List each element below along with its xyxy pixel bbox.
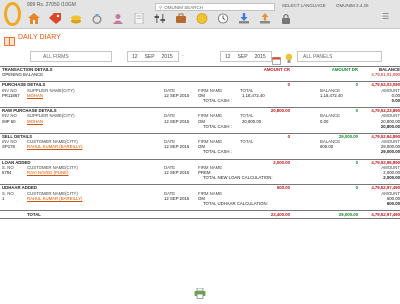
cash-value: 600.00 [386, 200, 400, 206]
section-cash-row: TOTAL UDHAAR CALCULATION: 600.00 [0, 201, 400, 206]
opening-balance-value: 4,79,51,01,090 [371, 72, 400, 78]
page-title: DAILY DIARY [18, 34, 61, 41]
cash-label: TOTAL CASH : [203, 123, 232, 129]
coins-icon[interactable] [69, 11, 83, 25]
page-header: DAILY DIARY [0, 30, 400, 46]
section-cash-row: TOTAL CASH : 29,000.00 [0, 149, 400, 154]
cash-value: 20,800.00 [380, 123, 400, 129]
gold-rate-text: 999 Rs. 27050 /10GM [27, 2, 76, 8]
version-text: OMUNIM 2.4.25 [336, 3, 369, 8]
to-date[interactable]: 12 SEP 2015 [220, 51, 272, 62]
from-month: SEP [144, 54, 155, 60]
cash-label: TOTAL NEW LOAN CALCULATION: [203, 175, 273, 181]
omunim-search-input[interactable]: ⚲ OMUNIM SEARCH [155, 3, 275, 11]
home-icon[interactable] [27, 11, 41, 25]
cash-value: 2,000.00 [383, 175, 400, 181]
from-year: 2015 [161, 54, 173, 60]
total-balance: 4,79,52,97,490 [371, 212, 400, 218]
diary-icon [4, 33, 15, 51]
cash-label: TOTAL CASH : [203, 97, 232, 103]
upload-icon[interactable] [258, 11, 272, 25]
gold-coin-icon[interactable] [195, 11, 209, 25]
section-cash-row: TOTAL NEW LOAN CALCULATION: 2,000.00 [0, 175, 400, 180]
cash-label: TOTAL CASH : [203, 149, 232, 155]
cash-value: 0.00 [391, 97, 400, 103]
from-day: 12 [132, 54, 138, 60]
cash-label: TOTAL UDHAAR CALCULATION: [203, 200, 268, 206]
filter-bar: ALL FIRMS 12 SEP 2015 - 12 SEP 2015 ALL … [0, 50, 400, 65]
section-cash-row: TOTAL CASH : 0.00 [0, 98, 400, 103]
total-row: TOTAL 23,400.00 29,000.00 4,79,52,97,490 [0, 210, 400, 220]
date-separator: - [182, 53, 184, 59]
from-date[interactable]: 12 SEP 2015 [127, 51, 179, 62]
total-cr: 23,400.00 [270, 212, 290, 218]
print-icon[interactable] [194, 286, 206, 304]
tag-icon[interactable] [48, 11, 62, 25]
section-cash-row: TOTAL CASH : 20,800.00 [0, 124, 400, 129]
briefcase-icon[interactable] [174, 11, 188, 25]
clock-icon[interactable] [216, 11, 230, 25]
report-sections: PURCHASE DETAILS 0 0 4,79,53,03,090 INV NO SU… [0, 81, 400, 210]
to-year: 2015 [254, 54, 266, 60]
omunim-logo[interactable] [4, 2, 21, 26]
to-month: SEP [237, 54, 248, 60]
cash-value: 29,000.00 [380, 149, 400, 155]
search-icon: ⚲ [159, 5, 163, 10]
sliders-icon[interactable] [153, 11, 167, 25]
ring-icon[interactable] [90, 11, 104, 25]
menu-icon[interactable]: ☰ [382, 12, 389, 21]
firm-select[interactable]: ALL FIRMS [30, 51, 112, 62]
panel-select[interactable]: ALL PANELS [297, 51, 382, 62]
to-day: 12 [225, 54, 231, 60]
lock-icon[interactable] [279, 11, 293, 25]
user-icon[interactable] [111, 11, 125, 25]
total-label: TOTAL [27, 212, 41, 218]
daily-diary-report: TRANSACTION DETAILS AMOUNT CR AMOUNT DR … [0, 66, 400, 220]
top-bar: 999 Rs. 27050 /10GM ⚲ OMUNIM SEARCH SELE… [0, 0, 400, 29]
receipt-icon[interactable] [132, 11, 146, 25]
download-icon[interactable] [237, 11, 251, 25]
toolbar-icons [27, 11, 293, 25]
total-dr: 29,000.00 [338, 212, 358, 218]
select-language[interactable]: SELECT LANGUAGE [282, 3, 326, 8]
opening-balance-row: OPENING BALANCE 4,79,51,01,090 [0, 72, 400, 77]
opening-balance-label: OPENING BALANCE [2, 72, 44, 78]
